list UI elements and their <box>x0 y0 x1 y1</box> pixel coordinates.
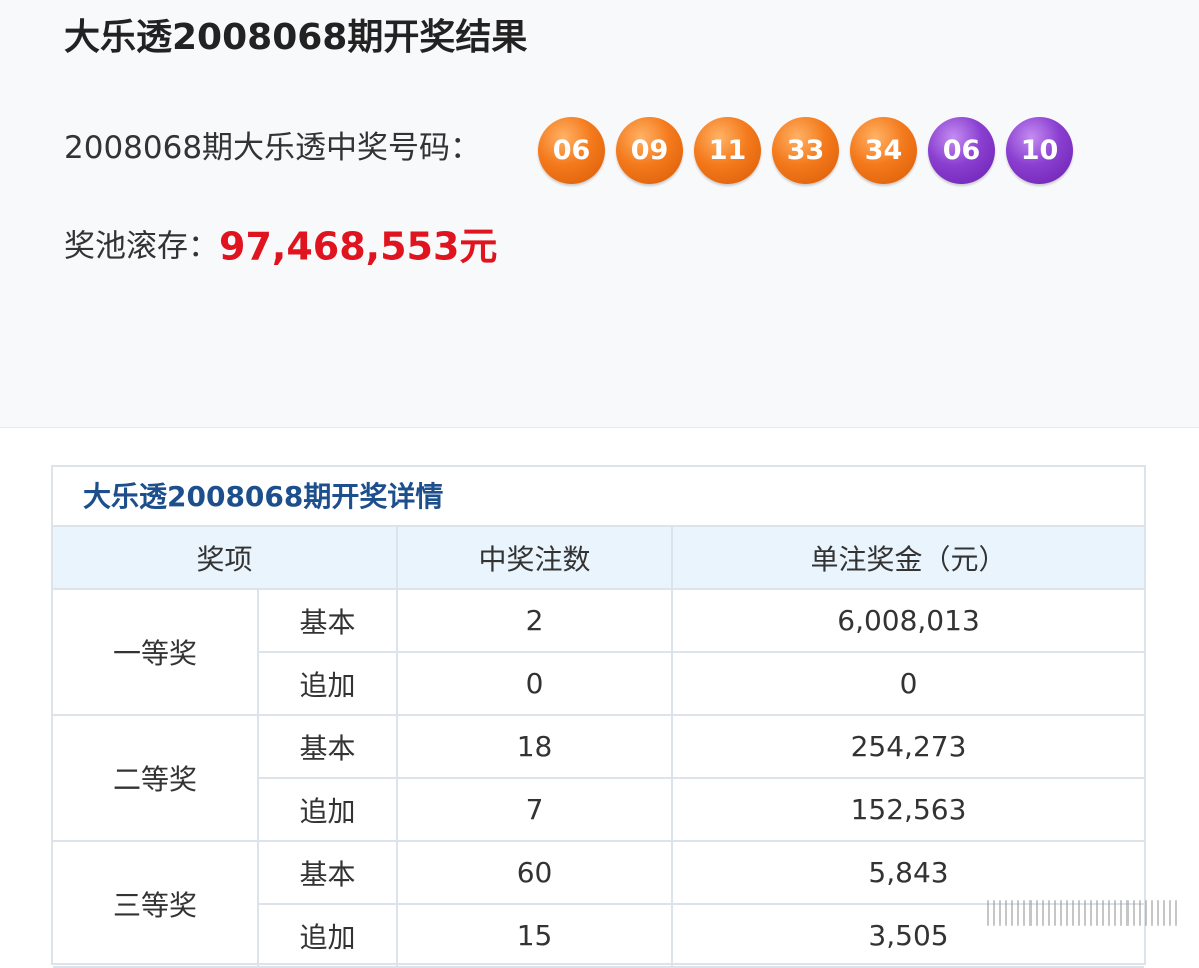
winning-numbers-label: 2008068期大乐透中奖号码： <box>64 130 482 166</box>
column-header-winner-count: 中奖注数 <box>396 527 674 590</box>
winner-count-cell: 18 <box>396 714 674 779</box>
prize-amount-cell: 0 <box>671 651 1145 716</box>
winner-count-cell: 0 <box>396 651 674 716</box>
column-header-prize-level: 奖项 <box>53 527 399 590</box>
table-row: 二等奖 基本 18 254,273 <box>53 714 1145 842</box>
front-ball-1: 06 <box>538 117 605 184</box>
front-ball-3: 11 <box>694 117 761 184</box>
prize-level-cell: 三等奖 <box>53 840 259 968</box>
prize-type-cell: 基本 <box>256 840 399 905</box>
table-header-row: 奖项 中奖注数 单注奖金（元） <box>53 527 1145 590</box>
prize-detail-title: 大乐透2008068期开奖详情 <box>53 467 1144 527</box>
front-ball-2: 09 <box>616 117 683 184</box>
front-ball-4: 33 <box>772 117 839 184</box>
prize-detail-panel: 大乐透2008068期开奖详情 奖项 中奖注数 单注奖金（元） 一等奖 基本 2… <box>51 465 1146 968</box>
prize-type-cell: 追加 <box>258 903 399 968</box>
back-ball-1: 06 <box>928 117 995 184</box>
jackpot-pool: 奖池滚存：97,468,553元 <box>64 220 497 273</box>
prize-type-cell: 追加 <box>258 651 399 716</box>
prize-amount-cell: 152,563 <box>671 777 1145 842</box>
draw-result-card: 大乐透2008068期开奖结果 2008068期大乐透中奖号码： 06 09 1… <box>0 0 1199 428</box>
winner-count-cell: 60 <box>396 840 674 905</box>
table-row: 三等奖 基本 60 5,843 <box>53 840 1145 968</box>
winner-count-cell: 2 <box>396 588 674 653</box>
column-header-prize-amount: 单注奖金（元） <box>671 527 1145 590</box>
prize-amount-cell: 6,008,013 <box>671 588 1145 653</box>
winner-count-cell: 7 <box>396 777 674 842</box>
watermark <box>987 895 1177 931</box>
prize-level-cell: 一等奖 <box>53 588 259 716</box>
back-ball-2: 10 <box>1006 117 1073 184</box>
front-ball-5: 34 <box>850 117 917 184</box>
jackpot-pool-label: 奖池滚存： <box>64 228 219 265</box>
prize-type-cell: 追加 <box>258 777 399 842</box>
page-title: 大乐透2008068期开奖结果 <box>64 17 528 58</box>
table-row: 一等奖 基本 2 6,008,013 <box>53 588 1145 716</box>
prize-amount-cell: 254,273 <box>671 714 1145 779</box>
prize-type-cell: 基本 <box>256 588 399 653</box>
prize-type-cell: 基本 <box>256 714 399 779</box>
winner-count-cell: 15 <box>396 903 674 968</box>
jackpot-pool-value: 97,468,553元 <box>219 224 498 269</box>
prize-table: 奖项 中奖注数 单注奖金（元） 一等奖 基本 2 6,008,013 追加 0 … <box>53 527 1145 968</box>
prize-level-cell: 二等奖 <box>53 714 259 842</box>
